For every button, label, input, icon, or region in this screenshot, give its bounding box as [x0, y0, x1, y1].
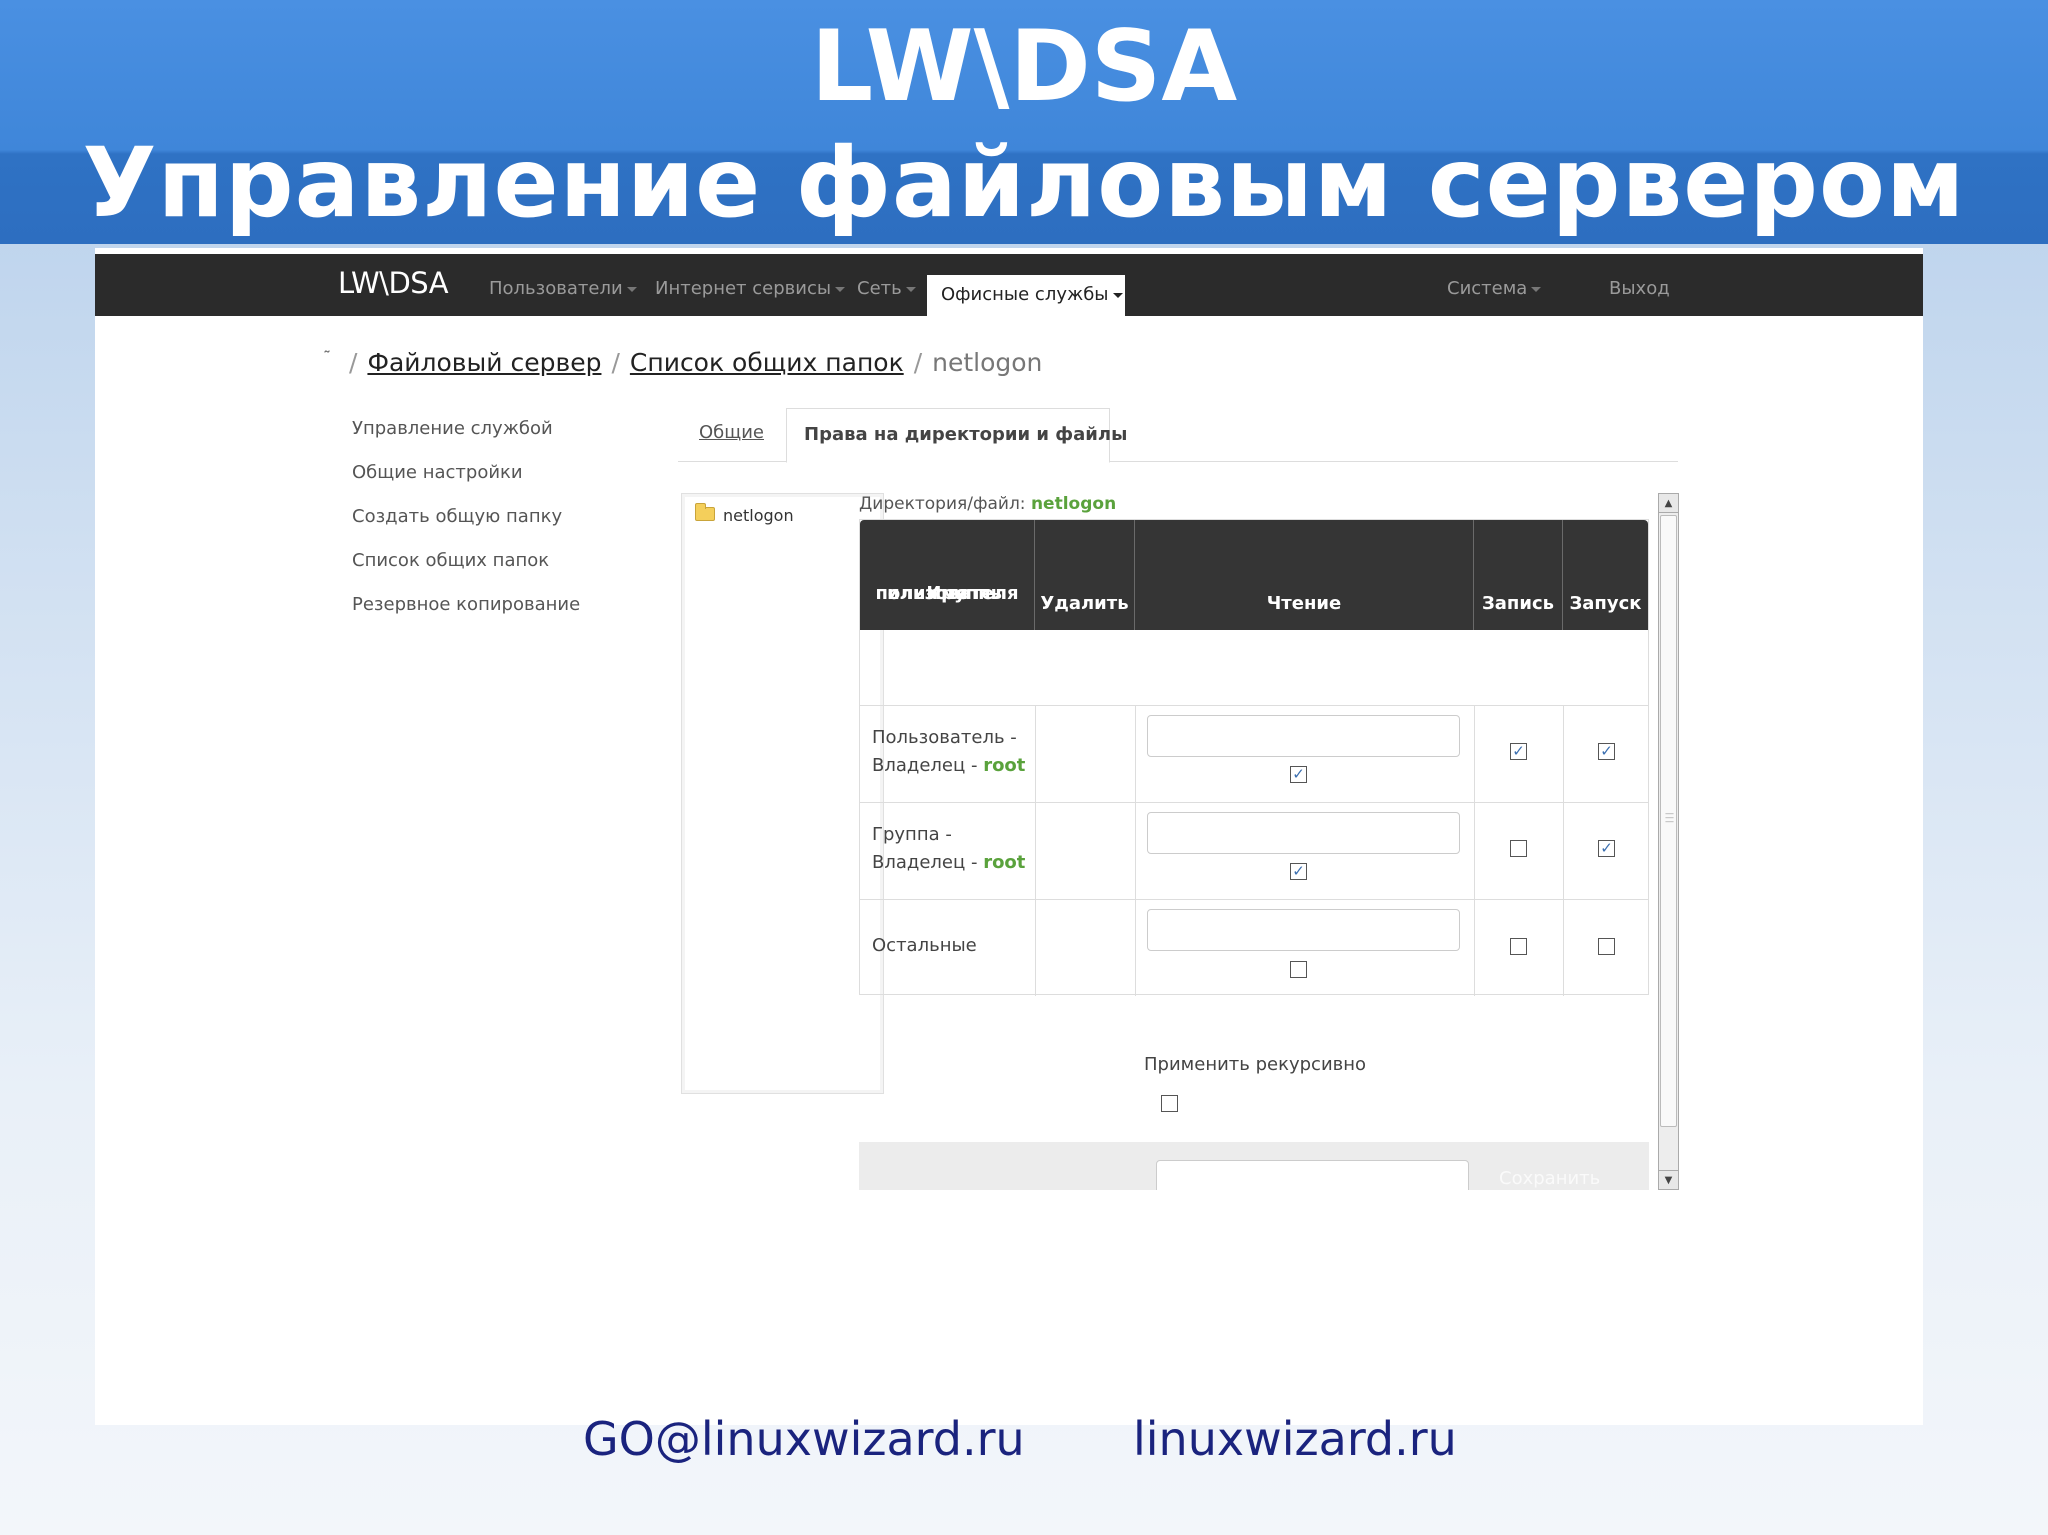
breadcrumb-home[interactable]: ˜	[323, 348, 331, 367]
header-read: Чтение	[1135, 520, 1474, 630]
sidebar-item-create-shared-folder[interactable]: Создать общую папку	[352, 506, 562, 527]
caret-down-icon	[1531, 286, 1542, 292]
header-delete: Удалить	[1035, 520, 1135, 630]
slide-title: LW\DSA	[810, 10, 1238, 124]
form-footer: Сохранить	[859, 1142, 1649, 1190]
table-row-others: Остальные	[872, 935, 977, 956]
top-navbar: LW\DSA Пользователи Интернет сервисы Сет…	[95, 254, 1923, 322]
caret-down-icon	[1112, 292, 1123, 298]
read-input-row1[interactable]	[1147, 715, 1460, 757]
header-name: Имя пользователя или группы	[860, 520, 1035, 630]
arrow-up-icon[interactable]: ▲	[1659, 494, 1678, 513]
brand-logo[interactable]: LW\DSA	[338, 266, 449, 300]
breadcrumb: ˜ / Файловый сервер / Список общих папок / net…	[323, 348, 1043, 377]
header-write: Запись	[1474, 520, 1563, 630]
nav-users[interactable]: Пользователи	[489, 278, 637, 299]
contact-email: GO@linuxwizard.ru	[583, 1412, 1025, 1466]
exec-checkbox-row2[interactable]: ✓	[1598, 840, 1615, 857]
sidebar-item-shared-folders-list[interactable]: Список общих папок	[352, 550, 549, 571]
contact-site: linuxwizard.ru	[1133, 1412, 1457, 1466]
write-checkbox-row1[interactable]: ✓	[1510, 743, 1527, 760]
scroll-thumb[interactable]: — — —	[1660, 515, 1677, 1127]
slide-subtitle: Управление файловым сервером	[82, 127, 1966, 239]
nav-network[interactable]: Сеть	[857, 278, 916, 299]
nav-internet-services[interactable]: Интернет сервисы	[655, 278, 846, 299]
read-input-row3[interactable]	[1147, 909, 1460, 951]
caret-down-icon	[905, 286, 916, 292]
read-checkbox-row2[interactable]: ✓	[1290, 863, 1307, 880]
permissions-table: Имя пользователя или группы Удалить Чтение…	[859, 519, 1649, 996]
caret-down-icon	[835, 286, 846, 292]
tab-general[interactable]: Общие	[699, 422, 764, 443]
directory-label: Директория/файл: netlogon	[859, 494, 1117, 514]
apply-recursive-checkbox[interactable]	[1161, 1095, 1178, 1112]
grip-icon: — — —	[1665, 809, 1674, 827]
read-input-row2[interactable]	[1147, 812, 1460, 854]
caret-down-icon	[626, 286, 637, 292]
tree-item-netlogon[interactable]: netlogon	[723, 506, 794, 525]
apply-recursive-label: Применить рекурсивно	[1144, 1054, 1367, 1075]
sidebar-item-backup[interactable]: Резервное копирование	[352, 594, 580, 615]
exec-checkbox-row1[interactable]: ✓	[1598, 743, 1615, 760]
nav-system[interactable]: Система	[1447, 278, 1542, 299]
sidebar-item-service-management[interactable]: Управление службой	[352, 418, 553, 439]
header-exec: Запуск	[1569, 593, 1642, 614]
breadcrumb-file-server[interactable]: Файловый сервер	[367, 348, 601, 377]
save-button[interactable]: Сохранить	[1499, 1168, 1600, 1189]
table-row-owner-group: Группа - Владелец - root	[872, 824, 1026, 873]
sidebar-item-general-settings[interactable]: Общие настройки	[352, 462, 523, 483]
nav-logout[interactable]: Выход	[1609, 278, 1670, 299]
table-row-owner-user: Пользователь - Владелец - root	[872, 727, 1026, 776]
write-checkbox-row2[interactable]	[1510, 840, 1527, 857]
exec-checkbox-row3[interactable]	[1598, 938, 1615, 955]
write-checkbox-row3[interactable]	[1510, 938, 1527, 955]
breadcrumb-shared-folders[interactable]: Список общих папок	[630, 348, 904, 377]
folder-icon	[695, 503, 715, 521]
tab-permissions[interactable]: Права на директории и файлы	[786, 408, 1127, 463]
breadcrumb-current: netlogon	[932, 348, 1043, 377]
table-header: Имя пользователя или группы Удалить Чтение…	[860, 520, 1648, 630]
slide-header: LW\DSA Управление файловым сервером	[0, 0, 2048, 244]
app-screenshot: LW\DSA Пользователи Интернет сервисы Сет…	[95, 248, 1923, 1425]
read-checkbox-row1[interactable]: ✓	[1290, 766, 1307, 783]
read-checkbox-row3[interactable]	[1290, 961, 1307, 978]
footer-input[interactable]	[1156, 1160, 1469, 1190]
folder-tree: netlogon	[681, 493, 884, 1094]
nav-office-services[interactable]: Офисные службы	[927, 275, 1125, 322]
directory-value: netlogon	[1030, 494, 1117, 514]
arrow-down-icon[interactable]: ▼	[1659, 1170, 1678, 1189]
vertical-scrollbar[interactable]: ▲ — — — ▼	[1658, 493, 1679, 1190]
